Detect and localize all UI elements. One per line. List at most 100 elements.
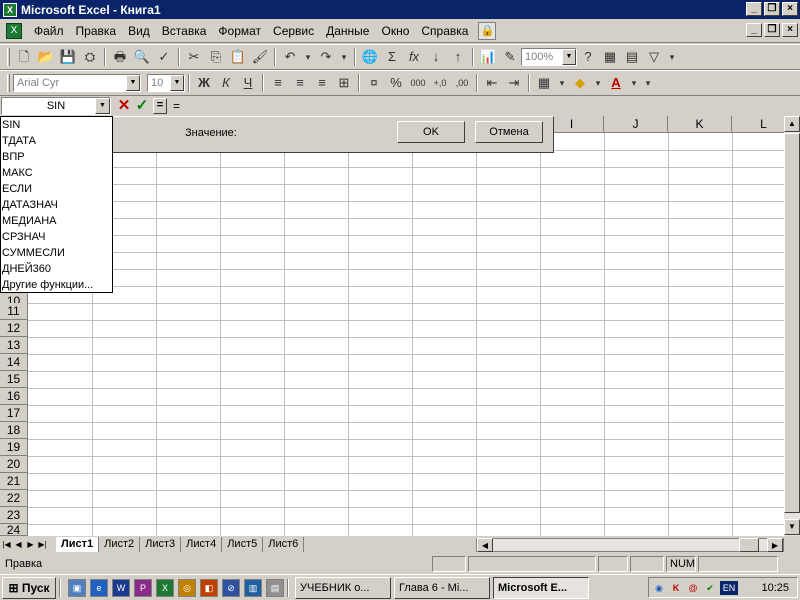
toolbar-grip[interactable] [7,48,10,66]
sheet-tab-1[interactable]: Лист1 [56,537,100,552]
publisher-icon[interactable]: P [134,578,152,597]
task-button-textbook[interactable]: УЧЕБНИК о... [295,576,391,599]
chevron-down-icon[interactable]: ▼ [562,49,576,65]
function-item-sin[interactable]: SIN [1,117,112,133]
language-indicator[interactable]: EN [720,580,738,595]
function-item-esli[interactable]: ЕСЛИ [1,181,112,197]
row-header-17[interactable]: 17 [0,405,28,422]
row-header-16[interactable]: 16 [0,388,28,405]
ok-button[interactable]: OK [397,121,465,143]
function-item-maks[interactable]: МАКС [1,165,112,181]
toolbar-options-icon[interactable]: ▾ [641,73,655,93]
function-item-vpr[interactable]: ВПР [1,149,112,165]
function-item-mediana[interactable]: МЕДИАНА [1,213,112,229]
spreadsheet-grid[interactable]: I J K L 10 11 12 13 14 15 16 17 18 19 20… [0,116,784,536]
word-icon[interactable]: W [112,578,130,597]
thousands-icon[interactable]: 000 [407,73,429,93]
excel-app-icon[interactable]: X [3,2,17,17]
sheet-tab-5[interactable]: Лист5 [222,537,264,552]
print-preview-icon[interactable]: 🔍 [131,47,153,67]
mail-icon[interactable]: @ [686,581,700,595]
fill-color-icon[interactable]: ◆ [569,73,591,93]
font-select[interactable]: Arial Cyr ▼ [13,74,141,92]
menu-format[interactable]: Формат [212,24,267,38]
function-item-dataznach[interactable]: ДАТАЗНАЧ [1,197,112,213]
font-color-dropdown-icon[interactable]: ▾ [627,73,641,93]
doc-close-button[interactable]: × [782,23,798,37]
row-header-19[interactable]: 19 [0,439,28,456]
sheet-tab-4[interactable]: Лист4 [181,537,223,552]
sheet-tab-3[interactable]: Лист3 [140,537,182,552]
explorer-icon[interactable]: ▤ [266,578,284,597]
sheet-tab-6[interactable]: Лист6 [263,537,305,552]
merge-center-icon[interactable]: ⊞ [333,73,355,93]
minimize-button[interactable]: _ [746,2,762,16]
menu-window[interactable]: Окно [375,24,415,38]
horizontal-scrollbar[interactable]: ◀ ▶ [476,538,784,552]
column-header-j[interactable]: J [604,116,668,133]
decrease-indent-icon[interactable]: ⇤ [481,73,503,93]
menu-data[interactable]: Данные [320,24,375,38]
menu-insert[interactable]: Вставка [156,24,213,38]
percent-icon[interactable]: % [385,73,407,93]
security-icon[interactable]: ✔ [703,581,717,595]
macro-icon[interactable]: ▦ [599,47,621,67]
sheet-tab-2[interactable]: Лист2 [99,537,141,552]
spelling-icon[interactable]: ✓ [153,47,175,67]
paste-icon[interactable]: 📋 [227,47,249,67]
permission-icon[interactable]: ⛭ [79,47,101,67]
align-center-icon[interactable]: ≡ [289,73,311,93]
hyperlink-icon[interactable]: 🌐 [359,47,381,67]
font-size-select[interactable]: 10 ▼ [147,74,185,92]
menu-tools[interactable]: Сервис [267,24,320,38]
function-item-srznach[interactable]: СРЗНАЧ [1,229,112,245]
binder-icon[interactable]: ▥ [244,578,262,597]
increase-decimal-icon[interactable]: +,0 [429,73,451,93]
more-functions-item[interactable]: Другие функции... [1,277,112,293]
row-header-24[interactable]: 24 [0,524,28,536]
borders-icon[interactable]: ▦ [533,73,555,93]
format-painter-icon[interactable]: 🖌 [249,47,271,67]
prev-sheet-icon[interactable]: ◀ [13,538,24,551]
row-header-21[interactable]: 21 [0,473,28,490]
new-file-icon[interactable]: 🗋 [13,47,35,67]
menu-edit[interactable]: Правка [70,24,123,38]
edit-formula-icon[interactable]: = [153,98,167,114]
borders-dropdown-icon[interactable]: ▾ [555,73,569,93]
row-header-12[interactable]: 12 [0,320,28,337]
redo-icon[interactable]: ↷ [315,47,337,67]
row-header-15[interactable]: 15 [0,371,28,388]
drawing-icon[interactable]: ✎ [499,47,521,67]
show-desktop-icon[interactable]: ▣ [68,578,86,597]
undo-icon[interactable]: ↶ [279,47,301,67]
chevron-down-icon[interactable]: ▼ [126,75,140,91]
filter-icon[interactable]: ▽ [643,47,665,67]
function-item-summesli[interactable]: СУММЕСЛИ [1,245,112,261]
close-button[interactable]: × [782,2,798,16]
row-header-22[interactable]: 22 [0,490,28,507]
name-box[interactable]: SIN ▼ [1,97,111,115]
column-header-l[interactable]: L [732,116,784,133]
row-header-18[interactable]: 18 [0,422,28,439]
last-sheet-icon[interactable]: ▶| [37,538,48,551]
cancel-button[interactable]: Отмена [475,121,543,143]
scroll-down-icon[interactable]: ▼ [784,519,800,535]
enter-formula-icon[interactable]: ✓ [133,97,151,115]
cut-icon[interactable]: ✂ [183,47,205,67]
vertical-scrollbar[interactable]: ▲ ▼ [784,116,800,536]
scroll-up-icon[interactable]: ▲ [784,116,800,132]
menu-help[interactable]: Справка [415,24,474,38]
print-icon[interactable]: 🖶 [109,47,131,67]
menu-file[interactable]: Файл [28,24,70,38]
restore-button[interactable]: ❐ [764,2,780,16]
scroll-right-icon[interactable]: ▶ [767,538,783,552]
redo-dropdown-icon[interactable]: ▾ [337,47,351,67]
italic-button[interactable]: К [215,73,237,93]
antivirus-icon[interactable]: K [669,581,683,595]
task-button-word[interactable]: Глава 6 - Mi... [394,576,490,599]
menu-view[interactable]: Вид [122,24,156,38]
internet-explorer-icon[interactable]: e [90,578,108,597]
function-item-tdata[interactable]: ТДАТА [1,133,112,149]
row-header-13[interactable]: 13 [0,337,28,354]
bold-button[interactable]: Ж [193,73,215,93]
